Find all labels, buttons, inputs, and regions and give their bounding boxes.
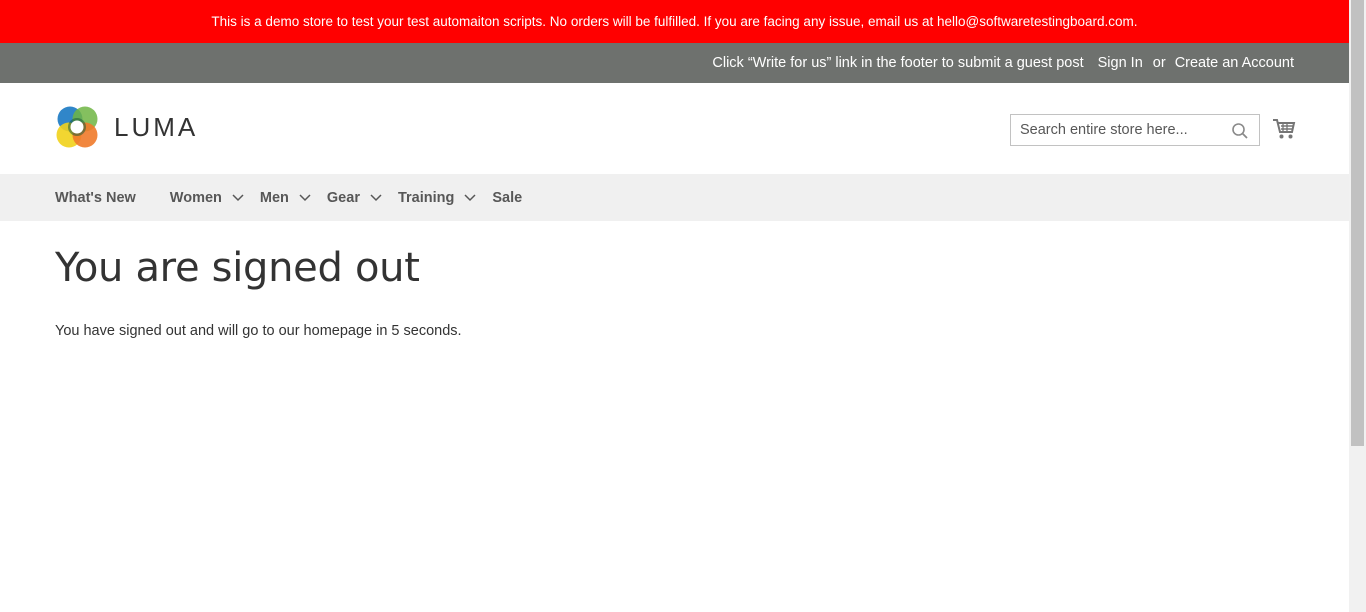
main-navigation: What's New Women Men Gear Training Sale — [0, 174, 1349, 221]
page: This is a demo store to test your test a… — [0, 0, 1349, 612]
nav-item-label: Sale — [492, 189, 523, 206]
nav-item-sale[interactable]: Sale — [492, 190, 522, 206]
or-text: or — [1152, 55, 1166, 71]
create-account-link[interactable]: Create an Account — [1175, 55, 1294, 71]
nav-item-men[interactable]: Men — [260, 190, 311, 206]
scrollbar-thumb[interactable] — [1351, 0, 1364, 446]
notice-text: This is a demo store to test your test a… — [211, 14, 1138, 29]
cart-icon[interactable] — [1272, 117, 1296, 141]
chevron-down-icon — [370, 193, 382, 201]
chevron-down-icon — [464, 193, 476, 201]
logo-text: LUMA — [114, 112, 199, 142]
nav-item-label: Men — [259, 189, 289, 206]
top-links-bar: Click “Write for us” link in the footer … — [0, 43, 1349, 83]
nav-item-training[interactable]: Training — [398, 190, 476, 206]
nav-item-label: What's New — [55, 189, 136, 206]
chevron-down-icon — [299, 193, 311, 201]
nav-item-whats-new[interactable]: What's New — [55, 190, 136, 206]
nav-item-gear[interactable]: Gear — [327, 190, 382, 206]
sign-in-link[interactable]: Sign In — [1098, 55, 1143, 71]
search-input[interactable] — [1011, 115, 1221, 145]
nav-item-label: Gear — [326, 189, 360, 206]
nav-item-women[interactable]: Women — [170, 190, 244, 206]
nav-item-label: Training — [397, 189, 455, 206]
guest-post-text: Click “Write for us” link in the footer … — [712, 55, 1084, 71]
nav-item-label: Women — [169, 189, 222, 206]
demo-notice-bar: This is a demo store to test your test a… — [0, 0, 1349, 43]
search-box — [1010, 114, 1260, 146]
page-title: You are signed out — [55, 245, 420, 291]
search-icon[interactable] — [1231, 122, 1249, 140]
chevron-down-icon — [232, 193, 244, 201]
vertical-scrollbar[interactable] — [1349, 0, 1366, 612]
luma-logo[interactable]: LUMA — [55, 105, 198, 150]
signed-out-message: You have signed out and will go to our h… — [55, 323, 462, 339]
luma-logo-icon — [56, 106, 98, 148]
main-content: You are signed out You have signed out a… — [0, 245, 1349, 339]
site-header: LUMA — [0, 83, 1349, 174]
